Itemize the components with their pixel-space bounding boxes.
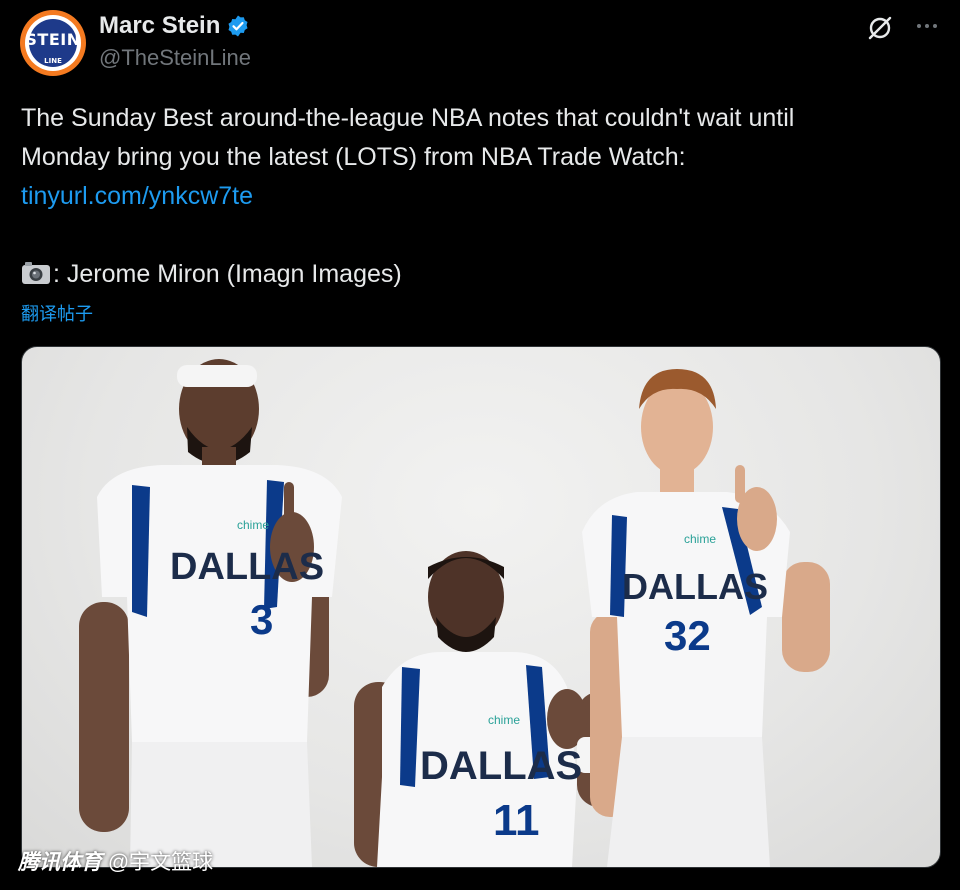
avatar-logo-text: STEIN	[25, 30, 81, 49]
photo-credit-text: : Jerome Miron (Imagn Images)	[53, 260, 402, 288]
player-left-jersey-text: DALLAS	[170, 546, 324, 588]
players-illustration: DALLAS 3 chime DALLAS 11 chime DALLAS 32…	[79, 359, 830, 867]
tweet-link[interactable]: tinyurl.com/ynkcw7te	[21, 177, 941, 216]
player-middle: DALLAS 11 chime	[354, 551, 622, 867]
watermark: 腾讯体育 @宇文篮球	[18, 846, 213, 876]
player-middle-number: 11	[493, 796, 540, 845]
author-display-name[interactable]: Marc Stein	[99, 12, 220, 40]
camera-icon	[22, 262, 50, 284]
photo-credit: : Jerome Miron (Imagn Images)	[21, 255, 402, 294]
watermark-author: @宇文篮球	[107, 851, 214, 874]
author-name-row[interactable]: Marc Stein	[99, 12, 250, 40]
translate-post-link[interactable]: 翻译帖子	[21, 300, 93, 326]
avatar-top-text: THE	[45, 21, 61, 29]
tweet-text: The Sunday Best around-the-league NBA no…	[21, 99, 941, 216]
player-left-number: 3	[250, 596, 273, 643]
player-left-sponsor: chime	[237, 518, 269, 532]
player-right: DALLAS 32 chime	[582, 369, 830, 867]
player-left: DALLAS 3 chime	[79, 359, 342, 867]
player-middle-sponsor: chime	[488, 713, 520, 727]
grok-icon[interactable]	[866, 14, 894, 42]
player-right-sponsor: chime	[684, 532, 716, 546]
tweet-text-line: The Sunday Best around-the-league NBA no…	[21, 104, 795, 132]
player-middle-jersey-text: DALLAS	[420, 744, 582, 788]
tweet-photo[interactable]: DALLAS 3 chime DALLAS 11 chime DALLAS 32…	[21, 346, 941, 868]
avatar[interactable]: THE STEIN LINE	[20, 10, 86, 76]
player-right-number: 32	[664, 612, 711, 659]
avatar-bottom-text: LINE	[44, 57, 62, 65]
verified-badge-icon	[228, 15, 248, 37]
author-handle[interactable]: @TheSteinLine	[99, 45, 251, 71]
tweet-text-line: Monday bring you the latest (LOTS) from …	[21, 143, 686, 171]
more-icon[interactable]	[912, 14, 942, 38]
watermark-brand: 腾讯体育	[18, 851, 102, 874]
player-right-jersey-text: DALLAS	[622, 566, 768, 607]
